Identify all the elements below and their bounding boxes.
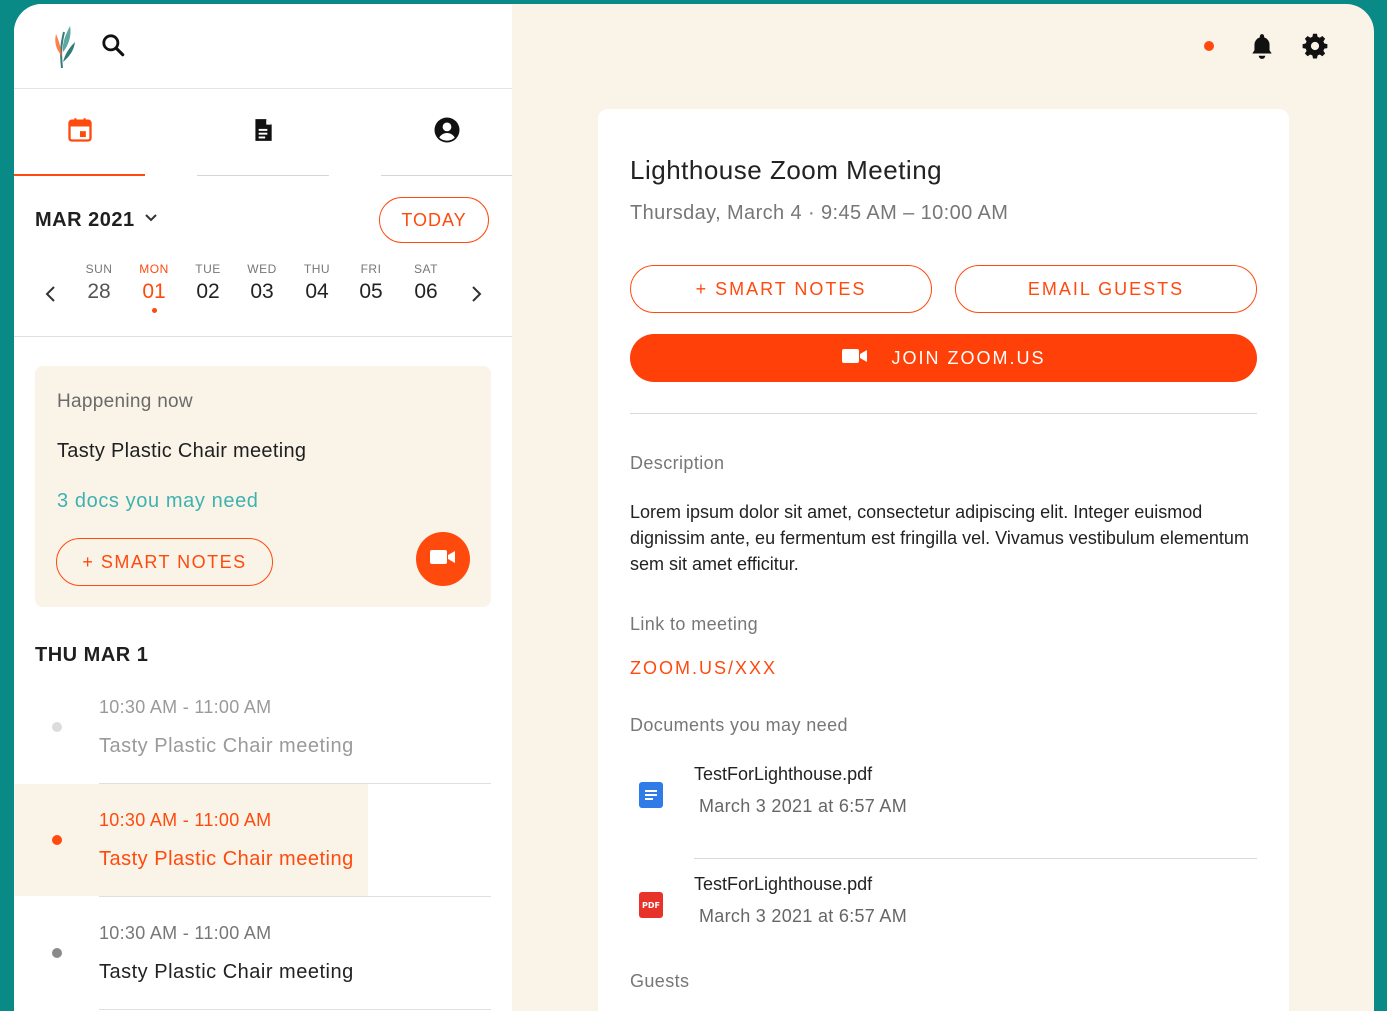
event-time: 10:30 AM - 11:00 AM [99,810,272,830]
video-camera-icon [430,548,456,571]
sidebar: MAR 2021 TODAY SUN 28 MON 01 TUE 02 WED … [14,4,512,1011]
meeting-detail-card: Lighthouse Zoom Meeting Thursday, March … [598,109,1289,1011]
notification-dot [1204,41,1214,51]
guests-label: Guests [630,971,690,991]
google-doc-icon [639,782,663,808]
meeting-time: Thursday, March 4 · 9:45 AM – 10:00 AM [630,202,1009,224]
tab-bar [14,89,512,176]
chevron-down-icon [143,209,159,232]
pdf-icon: PDF [639,892,663,918]
day-of-week-label: SAT [414,262,438,276]
event-status-dot [52,948,62,958]
happening-now-card[interactable]: Happening now Tasty Plastic Chair meetin… [35,366,491,607]
event-status-dot [52,722,62,732]
email-guests-button[interactable]: EMAIL GUESTS [955,265,1257,313]
day-of-week-label: SUN [85,262,113,276]
day-number: 01 [142,280,166,303]
day-number: 03 [250,280,274,303]
month-label: MAR 2021 [35,209,135,231]
now-meeting-title: Tasty Plastic Chair meeting [57,440,307,462]
day-mon[interactable]: MON 01 [129,262,179,313]
day-of-week-label: TUE [195,262,221,276]
day-number: 04 [305,280,329,303]
meeting-link[interactable]: ZOOM.US/XXX [630,658,777,679]
event-divider [99,1009,491,1010]
tab-documents[interactable] [197,89,329,176]
smart-notes-button[interactable]: + SMART NOTES [630,265,932,313]
day-number: 06 [414,280,438,303]
happening-now-label: Happening now [57,391,193,412]
document-item[interactable]: TestForLighthouse.pdf March 3 2021 at 6:… [630,764,1257,859]
day-tue[interactable]: TUE 02 [183,262,233,304]
app-window: MAR 2021 TODAY SUN 28 MON 01 TUE 02 WED … [14,4,1374,1011]
day-of-week-label: MON [139,262,169,276]
gear-icon[interactable] [1301,32,1329,65]
feather-logo-icon [48,22,78,75]
document-name: TestForLighthouse.pdf [694,764,873,784]
link-label: Link to meeting [630,614,759,634]
join-zoom-button[interactable]: JOIN ZOOM.US [630,334,1257,382]
meeting-title: Lighthouse Zoom Meeting [630,155,943,185]
document-date: March 3 2021 at 6:57 AM [699,796,908,816]
docs-link[interactable]: 3 docs you may need [57,490,259,513]
document-divider [694,858,1257,859]
document-item[interactable]: PDF TestForLighthouse.pdf March 3 2021 a… [630,874,1257,969]
search-icon[interactable] [100,32,126,63]
day-wed[interactable]: WED 03 [237,262,287,304]
day-sun[interactable]: SUN 28 [74,262,124,304]
smart-notes-button[interactable]: + SMART NOTES [56,538,273,586]
week-strip: SUN 28 MON 01 TUE 02 WED 03 THU 04 FRI 0… [14,262,512,332]
document-name: TestForLighthouse.pdf [694,874,873,894]
month-selector-row: MAR 2021 TODAY [14,197,512,247]
sidebar-header [14,4,512,89]
chevron-left-icon[interactable] [44,284,58,310]
month-dropdown[interactable]: MAR 2021 [35,209,159,232]
join-video-button[interactable] [416,532,470,586]
day-of-week-label: THU [303,262,331,276]
description-label: Description [630,453,725,473]
event-title: Tasty Plastic Chair meeting [99,961,354,983]
video-camera-icon [841,347,868,370]
pdf-badge-text: PDF [642,900,660,910]
day-section-header: THU MAR 1 [35,644,149,666]
divider [630,413,1257,414]
event-status-dot [52,835,62,845]
day-sat[interactable]: SAT 06 [401,262,451,304]
day-of-week-label: WED [247,262,277,276]
selected-day-dot [151,308,157,313]
event-time: 10:30 AM - 11:00 AM [99,923,272,943]
tab-profile[interactable] [381,89,512,176]
join-zoom-label: JOIN ZOOM.US [891,347,1046,368]
chevron-right-icon[interactable] [469,284,483,310]
event-item-selected[interactable]: 10:30 AM - 11:00 AM Tasty Plastic Chair … [14,784,512,897]
day-number: 02 [196,280,220,303]
day-number: 28 [87,280,111,303]
divider [14,336,512,337]
day-fri[interactable]: FRI 05 [346,262,396,304]
bell-icon[interactable] [1249,32,1275,65]
day-thu[interactable]: THU 04 [292,262,342,304]
event-item[interactable]: 10:30 AM - 11:00 AM Tasty Plastic Chair … [14,671,512,784]
description-text: Lorem ipsum dolor sit amet, consectetur … [630,502,1249,574]
today-button[interactable]: TODAY [379,197,489,243]
account-circle-icon [432,115,462,150]
document-icon [250,116,276,149]
event-title: Tasty Plastic Chair meeting [99,735,354,757]
event-item[interactable]: 10:30 AM - 11:00 AM Tasty Plastic Chair … [14,897,512,1010]
document-date: March 3 2021 at 6:57 AM [699,906,908,926]
documents-label: Documents you may need [630,715,848,735]
event-time: 10:30 AM - 11:00 AM [99,697,272,717]
calendar-icon [66,116,94,149]
event-title: Tasty Plastic Chair meeting [99,848,354,870]
tab-calendar[interactable] [14,89,145,176]
day-of-week-label: FRI [360,262,382,276]
day-number: 05 [359,280,383,303]
